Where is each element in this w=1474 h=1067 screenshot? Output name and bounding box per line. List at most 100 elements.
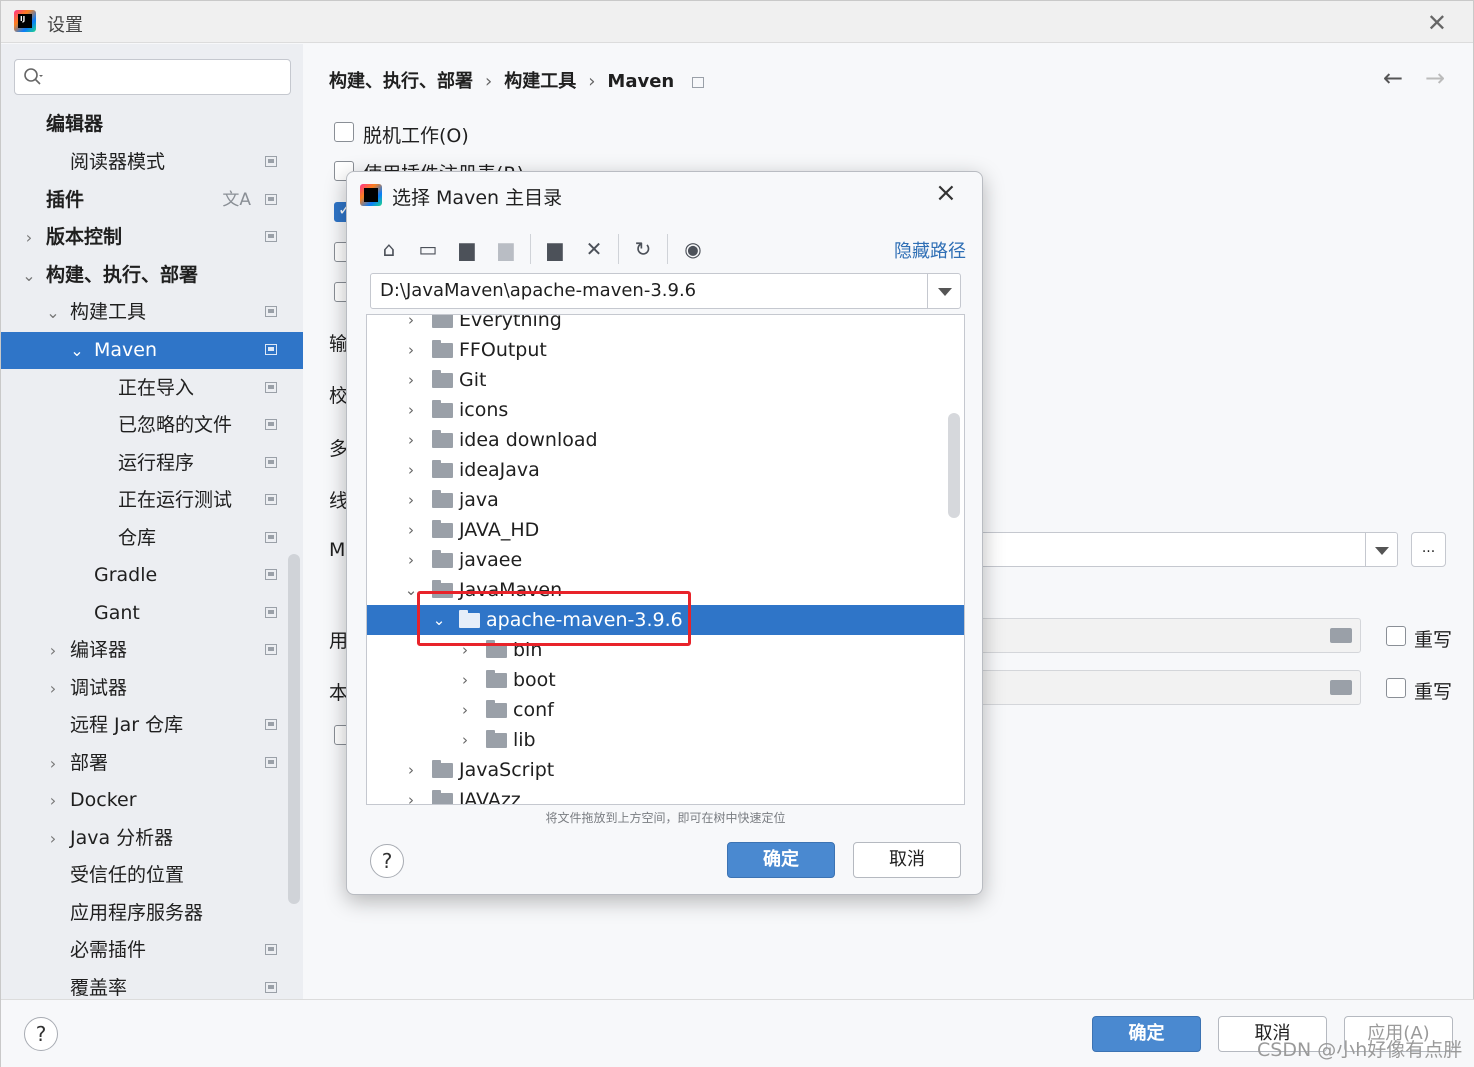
help-icon[interactable]: ? (370, 844, 404, 878)
chevron-right-icon[interactable]: › (458, 695, 472, 725)
tree-node[interactable]: › FFOutput (367, 335, 964, 365)
sidebar-item-importing[interactable]: 正在导入 (1, 370, 303, 407)
sidebar-scrollbar[interactable] (288, 554, 300, 904)
chevron-right-icon[interactable]: › (404, 515, 418, 545)
chevron-down-icon[interactable]: ⌄ (404, 575, 418, 605)
sidebar-item-docker[interactable]: › Docker (1, 782, 303, 819)
file-tree[interactable]: › Everything › FFOutput › Git › icons › (366, 314, 965, 805)
tree-node[interactable]: › conf (367, 695, 964, 725)
delete-icon[interactable]: ✕ (583, 238, 605, 260)
refresh-icon[interactable]: ↻ (632, 238, 654, 260)
chevron-right-icon[interactable]: › (22, 219, 36, 256)
chevron-right-icon[interactable]: › (458, 665, 472, 695)
tree-node[interactable]: › JavaScript (367, 755, 964, 785)
local-repo-field[interactable] (979, 670, 1361, 705)
sidebar-item-deployment[interactable]: › 部署 (1, 745, 303, 782)
sidebar-item-gradle[interactable]: Gradle (1, 557, 303, 594)
hide-path-link[interactable]: 隐藏路径 (894, 237, 966, 263)
sidebar-item-remote-jar[interactable]: 远程 Jar 仓库 (1, 707, 303, 744)
tree-node[interactable]: › ideaJava (367, 455, 964, 485)
chevron-right-icon[interactable]: › (404, 395, 418, 425)
home-icon[interactable]: ⌂ (378, 238, 400, 260)
offline-checkbox[interactable] (334, 122, 354, 142)
chevron-right-icon[interactable]: › (46, 670, 60, 707)
chevron-right-icon[interactable]: › (404, 455, 418, 485)
tree-scrollbar[interactable] (948, 413, 960, 518)
show-hidden-icon[interactable]: ◉ (682, 238, 704, 260)
sidebar-item-debugger[interactable]: › 调试器 (1, 670, 303, 707)
chevron-right-icon[interactable]: › (46, 782, 60, 819)
folder-icon[interactable] (1330, 680, 1352, 695)
search-input[interactable] (14, 59, 291, 95)
new-folder-icon[interactable]: ▆ (544, 238, 566, 260)
sidebar-item-repositories[interactable]: 仓库 (1, 520, 303, 557)
breadcrumb-item[interactable]: 构建工具 (504, 71, 576, 92)
chevron-right-icon[interactable]: › (46, 820, 60, 857)
desktop-icon[interactable]: ▭ (417, 238, 439, 260)
translate-icon: 文A (222, 190, 251, 210)
sidebar-item-app-servers[interactable]: 应用程序服务器 (1, 895, 303, 932)
settings-file-field[interactable] (979, 618, 1361, 653)
chevron-right-icon[interactable]: › (404, 485, 418, 515)
tree-node[interactable]: › icons (367, 395, 964, 425)
sidebar-item-build-exec-deploy[interactable]: ⌄ 构建、执行、部署 (1, 257, 303, 294)
help-icon[interactable]: ? (24, 1017, 58, 1051)
sidebar-item-java-profiler[interactable]: › Java 分析器 (1, 820, 303, 857)
tree-node[interactable]: › Git (367, 365, 964, 395)
chevron-right-icon[interactable]: › (404, 545, 418, 575)
forward-arrow-icon[interactable]: → (1425, 64, 1445, 92)
sidebar-item-gant[interactable]: Gant (1, 595, 303, 632)
close-icon[interactable]: ✕ (1427, 9, 1447, 37)
sidebar-item-ignored-files[interactable]: 已忽略的文件 (1, 407, 303, 444)
close-icon[interactable]: × (935, 178, 957, 208)
sidebar-item-required-plugins[interactable]: 必需插件 (1, 932, 303, 969)
chevron-right-icon[interactable]: › (458, 725, 472, 755)
sidebar-item-running-tests[interactable]: 正在运行测试 (1, 482, 303, 519)
chevron-down-icon[interactable]: ⌄ (70, 332, 84, 369)
tree-node[interactable]: › javaee (367, 545, 964, 575)
chevron-right-icon[interactable]: › (404, 755, 418, 785)
chevron-right-icon[interactable]: › (46, 632, 60, 669)
chevron-down-icon[interactable]: ⌄ (46, 294, 60, 331)
sidebar-item-label: 版本控制 (46, 226, 123, 248)
tree-node[interactable]: › JAVAzz (367, 785, 964, 804)
browse-button[interactable]: ... (1411, 532, 1446, 567)
sidebar-item-reader-mode[interactable]: 阅读器模式 (1, 144, 303, 181)
tree-node[interactable]: › JAVA_HD (367, 515, 964, 545)
sidebar-item-plugins[interactable]: 插件 文A (1, 182, 303, 219)
dialog-cancel-button[interactable]: 取消 (853, 842, 961, 878)
tree-node[interactable]: › java (367, 485, 964, 515)
sidebar-item-vcs[interactable]: › 版本控制 (1, 219, 303, 256)
tree-node[interactable]: › boot (367, 665, 964, 695)
chevron-down-icon[interactable] (1365, 533, 1397, 566)
chevron-right-icon[interactable]: › (404, 785, 418, 804)
sidebar-item-build-tools[interactable]: ⌄ 构建工具 (1, 294, 303, 331)
chevron-down-icon[interactable]: ⌄ (22, 257, 36, 294)
tree-node[interactable]: › lib (367, 725, 964, 755)
chevron-right-icon[interactable]: › (404, 425, 418, 455)
chevron-down-icon[interactable] (927, 274, 960, 308)
tree-node-label: java (459, 489, 499, 511)
sidebar-item-runner[interactable]: 运行程序 (1, 445, 303, 482)
ok-button[interactable]: 确定 (1092, 1016, 1201, 1052)
tree-node[interactable]: › Everything (367, 315, 964, 335)
chevron-right-icon[interactable]: › (404, 335, 418, 365)
path-combo[interactable]: D:\JavaMaven\apache-maven-3.9.6 (370, 273, 961, 309)
chevron-right-icon[interactable]: › (404, 365, 418, 395)
dialog-ok-button[interactable]: 确定 (727, 842, 835, 878)
chevron-right-icon[interactable]: › (46, 745, 60, 782)
override-settings-checkbox[interactable] (1386, 626, 1406, 646)
breadcrumb-item[interactable]: 构建、执行、部署 (329, 71, 473, 92)
maven-home-combo[interactable] (979, 532, 1398, 567)
tree-node[interactable]: › idea download (367, 425, 964, 455)
sidebar-item-editor[interactable]: 编辑器 (1, 106, 303, 143)
override-repo-checkbox[interactable] (1386, 678, 1406, 698)
chevron-right-icon[interactable]: › (404, 315, 418, 335)
project-folder-icon[interactable]: ▆ (456, 238, 478, 260)
sidebar-item-maven[interactable]: ⌄ Maven (1, 332, 303, 369)
sidebar-item-compiler[interactable]: › 编译器 (1, 632, 303, 669)
sidebar-item-trusted-locations[interactable]: 受信任的位置 (1, 857, 303, 894)
back-arrow-icon[interactable]: ← (1383, 64, 1403, 92)
folder-icon[interactable] (1330, 628, 1352, 643)
module-folder-icon[interactable]: ▆ (495, 238, 517, 260)
